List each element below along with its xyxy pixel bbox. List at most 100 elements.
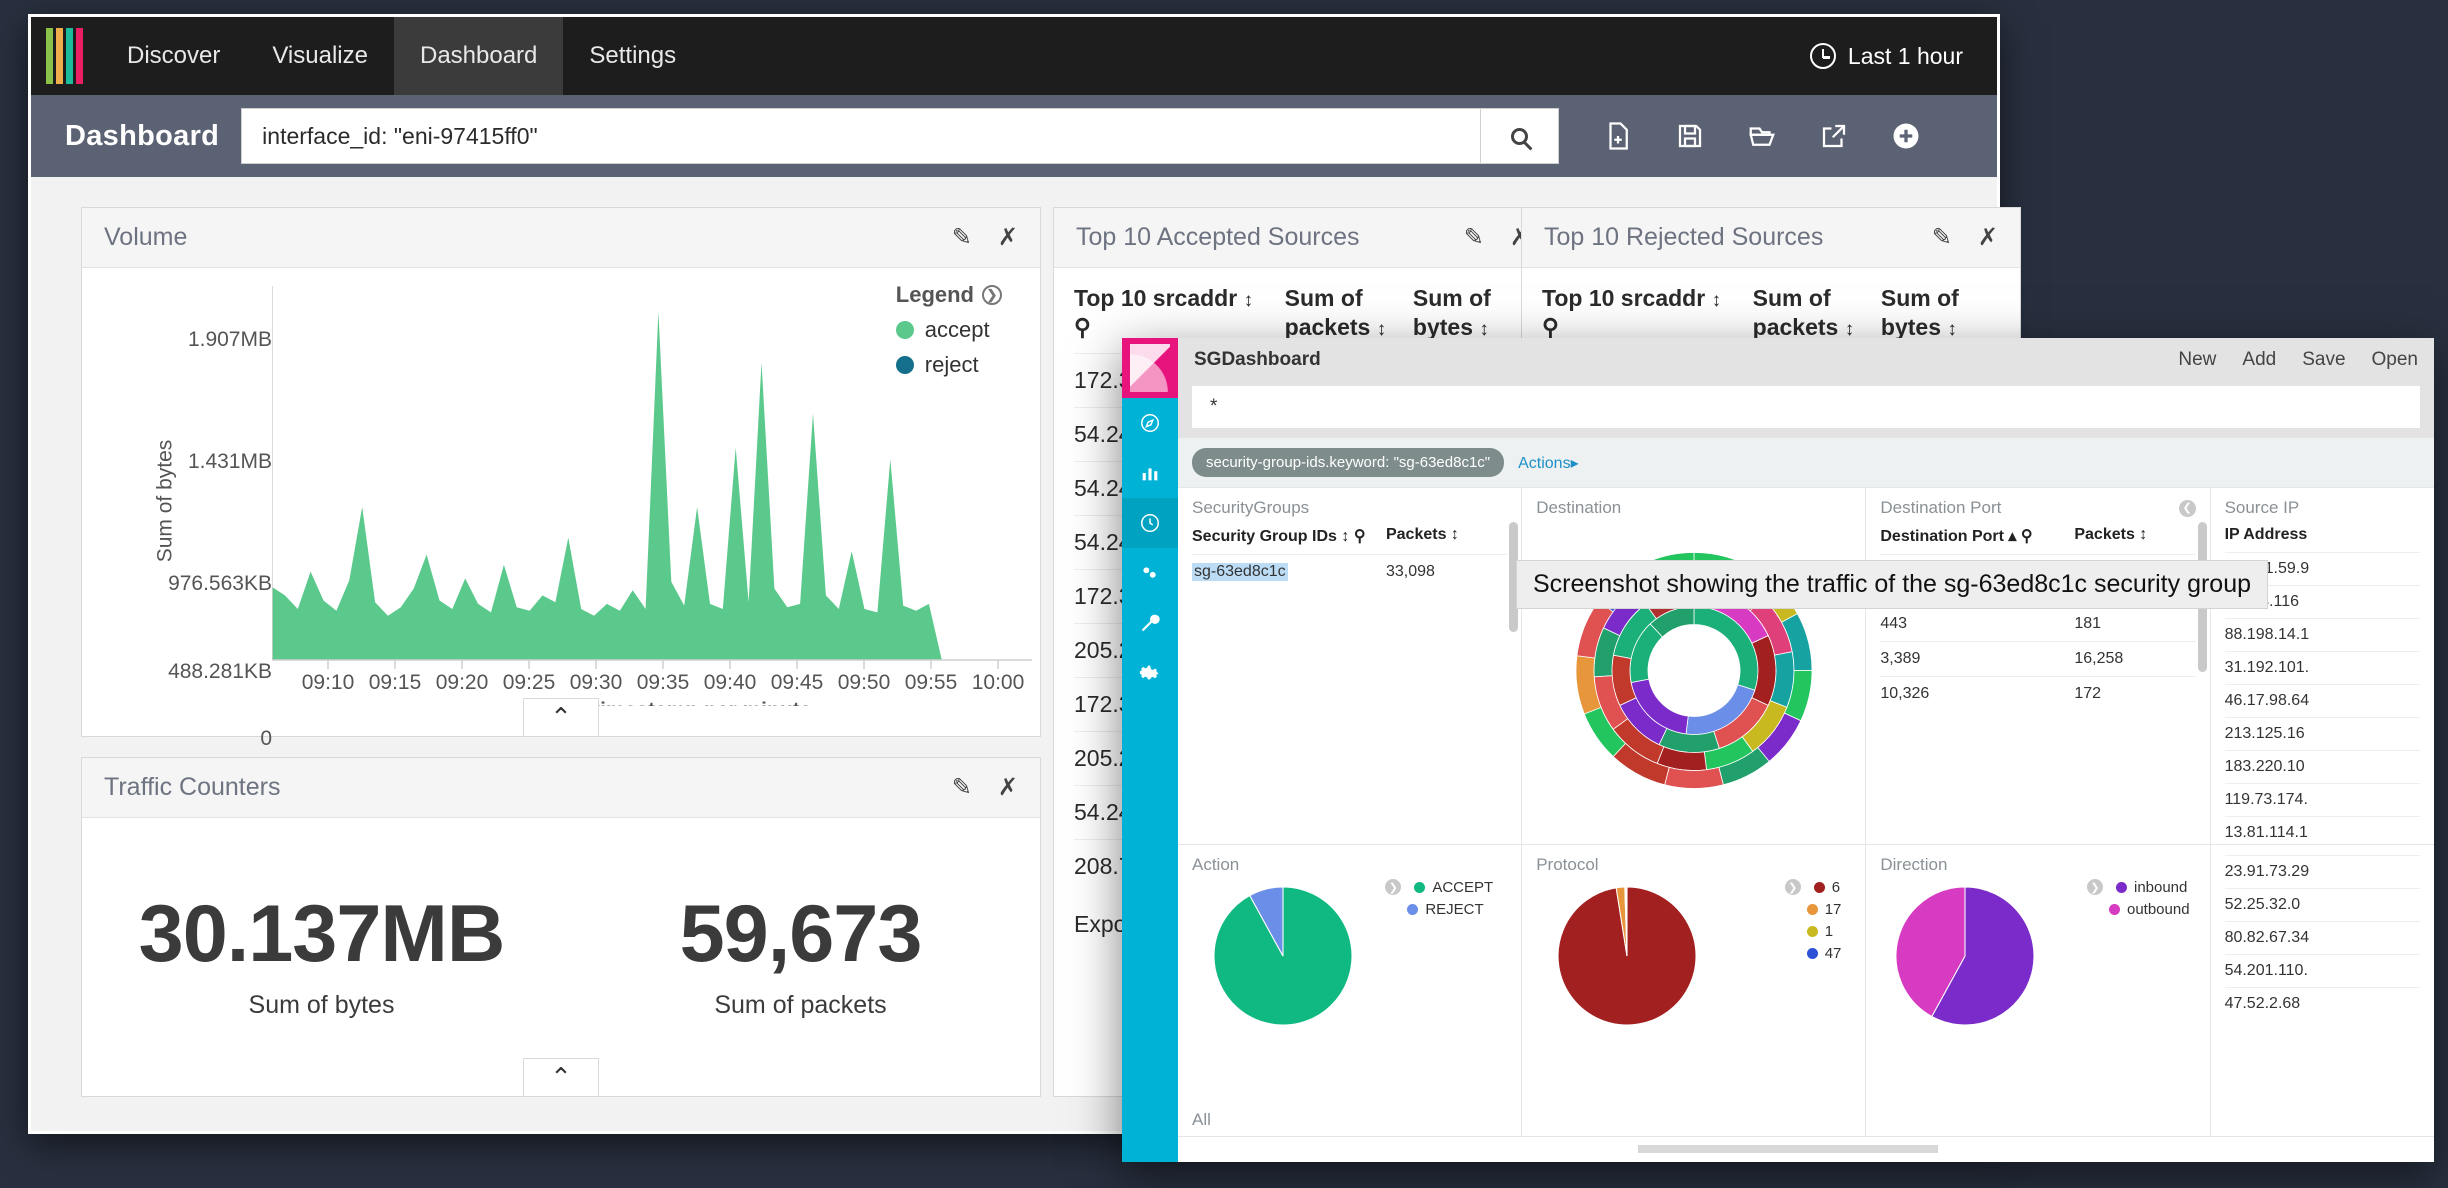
sg-menu: New Add Save Open (2178, 349, 2418, 371)
list-item[interactable]: 47.52.2.68 (2224, 986, 2420, 1020)
collapse-left-icon[interactable]: ❮ (2178, 498, 2196, 517)
column-header-packets[interactable]: Packets ↕ (1386, 526, 1507, 546)
management-gear-icon[interactable] (1122, 648, 1178, 698)
column-header-ip-address[interactable]: IP Address (2225, 526, 2420, 544)
panel-counters-collapse-button[interactable]: ⌃ (523, 1058, 599, 1096)
legend-item-reject[interactable]: reject (895, 352, 1002, 378)
list-item[interactable]: 13.81.114.1 (2224, 816, 2420, 844)
sort-icon[interactable]: ↕ (1341, 528, 1349, 545)
column-header-packets[interactable]: Sum of packets ↕ (1285, 284, 1413, 343)
list-item[interactable]: 88.198.14.1 (2224, 618, 2420, 651)
list-item[interactable]: 23.91.73.29 (2224, 854, 2420, 888)
list-item[interactable]: 31.192.101. (2224, 651, 2420, 684)
legend-item-outbound[interactable]: outbound (2087, 901, 2190, 918)
collapse-legend-icon[interactable]: ❯ (982, 285, 1002, 305)
action-pie-chart[interactable] (1208, 881, 1358, 1031)
search-input[interactable]: interface_id: "eni-97415ff0" (241, 108, 1482, 164)
legend-item-proto-6[interactable]: ❯ 6 (1784, 879, 1842, 896)
search-icon[interactable]: ⚲ (1074, 314, 1091, 340)
discover-compass-icon[interactable] (1122, 398, 1178, 448)
expand-legend-icon[interactable]: ❯ (1784, 879, 1801, 895)
panel-volume-collapse-button[interactable]: ⌃ (523, 698, 599, 736)
search-icon[interactable]: ⚲ (2021, 528, 2033, 545)
filter-pill-security-group[interactable]: security-group-ids.keyword: "sg-63ed8c1c… (1192, 448, 1505, 477)
close-icon[interactable]: ✗ (998, 225, 1018, 250)
sort-icon[interactable]: ↕ (2139, 526, 2147, 543)
column-header-security-group-ids[interactable]: Security Group IDs ↕ ⚲ (1192, 526, 1386, 546)
pencil-icon[interactable]: ✎ (952, 775, 972, 800)
legend-item-reject[interactable]: REJECT (1385, 901, 1493, 918)
filter-actions-link[interactable]: Actions▸ (1518, 453, 1579, 473)
protocol-pie-chart[interactable] (1552, 881, 1702, 1031)
sort-icon[interactable]: ↕ (1712, 290, 1722, 311)
add-visualization-icon[interactable] (1891, 121, 1921, 151)
volume-ytick: 1.431MB (187, 450, 272, 473)
legend-item-proto-1[interactable]: 1 (1785, 923, 1842, 940)
nav-item-dashboard[interactable]: Dashboard (393, 17, 564, 106)
column-header-packets[interactable]: Sum of packets ↕ (1753, 284, 1881, 343)
pencil-icon[interactable]: ✎ (1932, 225, 1952, 250)
close-icon[interactable]: ✗ (998, 775, 1018, 800)
table-row[interactable]: 3,389 16,258 (1880, 641, 2196, 676)
legend-item-inbound[interactable]: ❯ inbound (2086, 879, 2190, 896)
security-group-id-value[interactable]: sg-63ed8c1c (1192, 563, 1288, 581)
column-header-srcaddr[interactable]: Top 10 srcaddr ↕ ⚲ (1074, 284, 1285, 343)
save-dashboard-icon[interactable] (1675, 121, 1705, 151)
nav-item-discover[interactable]: Discover (101, 17, 246, 95)
sg-menu-open[interactable]: Open (2372, 349, 2418, 371)
list-item[interactable]: 183.220.10 (2224, 750, 2420, 783)
sg-menu-add[interactable]: Add (2242, 349, 2276, 371)
search-icon[interactable]: ⚲ (1542, 314, 1559, 340)
share-dashboard-icon[interactable] (1819, 121, 1849, 151)
legend-item-accept[interactable]: accept (895, 317, 1002, 343)
column-header-bytes[interactable]: Sum of bytes ↕ (1413, 284, 1532, 343)
list-item[interactable]: 80.82.67.34 (2224, 920, 2420, 954)
panel-destination-title: Destination (1536, 498, 1622, 517)
table-row[interactable]: 443 181 (1880, 606, 2196, 641)
panel-volume: Volume ✎ ✗ Sum of bytes 1.907MB 1.431MB … (81, 207, 1041, 750)
metric-label: Sum of packets (714, 991, 887, 1019)
close-icon[interactable]: ✗ (1978, 225, 1998, 250)
table-row[interactable]: sg-63ed8c1c 33,098 (1192, 554, 1508, 589)
search-submit-button[interactable] (1481, 108, 1560, 164)
list-item[interactable]: 52.25.32.0 (2224, 887, 2420, 921)
nav-item-visualize[interactable]: Visualize (246, 17, 394, 95)
devtools-wrench-icon[interactable] (1122, 598, 1178, 648)
dashboard-clock-icon[interactable] (1122, 498, 1178, 548)
expand-legend-icon[interactable]: ❯ (1385, 879, 1402, 895)
timelion-icon[interactable] (1122, 548, 1178, 598)
visualize-bar-chart-icon[interactable] (1122, 448, 1178, 498)
open-dashboard-icon[interactable] (1747, 121, 1777, 151)
expand-legend-icon[interactable]: ❯ (2086, 879, 2103, 895)
sort-icon[interactable]: ↕ (1244, 290, 1254, 311)
sg-search-input[interactable]: * (1192, 386, 2420, 428)
legend-color-swatch (1806, 903, 1818, 915)
column-header-packets[interactable]: Packets ↕ (2074, 526, 2195, 546)
horizontal-scrollbar[interactable] (1638, 1145, 1938, 1153)
new-dashboard-icon[interactable] (1603, 121, 1633, 151)
list-item[interactable]: 119.73.174. (2224, 783, 2420, 816)
table-row[interactable]: 10,326 172 (1880, 676, 2196, 711)
svg-text:09:50: 09:50 (838, 671, 891, 694)
metric-sum-of-packets: 59,673 Sum of packets (561, 888, 1040, 1020)
sg-menu-new[interactable]: New (2178, 349, 2216, 371)
time-picker[interactable]: Last 1 hour (1809, 43, 1963, 70)
list-item[interactable]: 46.17.98.64 (2224, 684, 2420, 717)
nav-item-settings[interactable]: Settings (563, 17, 702, 95)
column-header-bytes[interactable]: Sum of bytes ↕ (1881, 284, 2000, 343)
sg-menu-save[interactable]: Save (2302, 349, 2345, 371)
list-item[interactable]: 213.125.16 (2224, 717, 2420, 750)
search-icon[interactable]: ⚲ (1354, 528, 1366, 545)
pencil-icon[interactable]: ✎ (952, 225, 972, 250)
column-header-srcaddr[interactable]: Top 10 srcaddr ↕ ⚲ (1542, 284, 1753, 343)
sort-icon[interactable]: ▴ (2008, 528, 2016, 545)
page-title: Dashboard (65, 119, 220, 152)
legend-item-proto-47[interactable]: 47 (1785, 945, 1841, 962)
pencil-icon[interactable]: ✎ (1464, 225, 1484, 250)
direction-pie-chart[interactable] (1890, 881, 2040, 1031)
legend-item-proto-17[interactable]: 17 (1785, 901, 1841, 918)
sort-icon[interactable]: ↕ (1451, 526, 1459, 543)
legend-item-accept[interactable]: ❯ ACCEPT (1385, 879, 1493, 896)
list-item[interactable]: 54.201.110. (2224, 953, 2420, 987)
column-header-destination-port[interactable]: Destination Port ▴ ⚲ (1880, 526, 2074, 546)
